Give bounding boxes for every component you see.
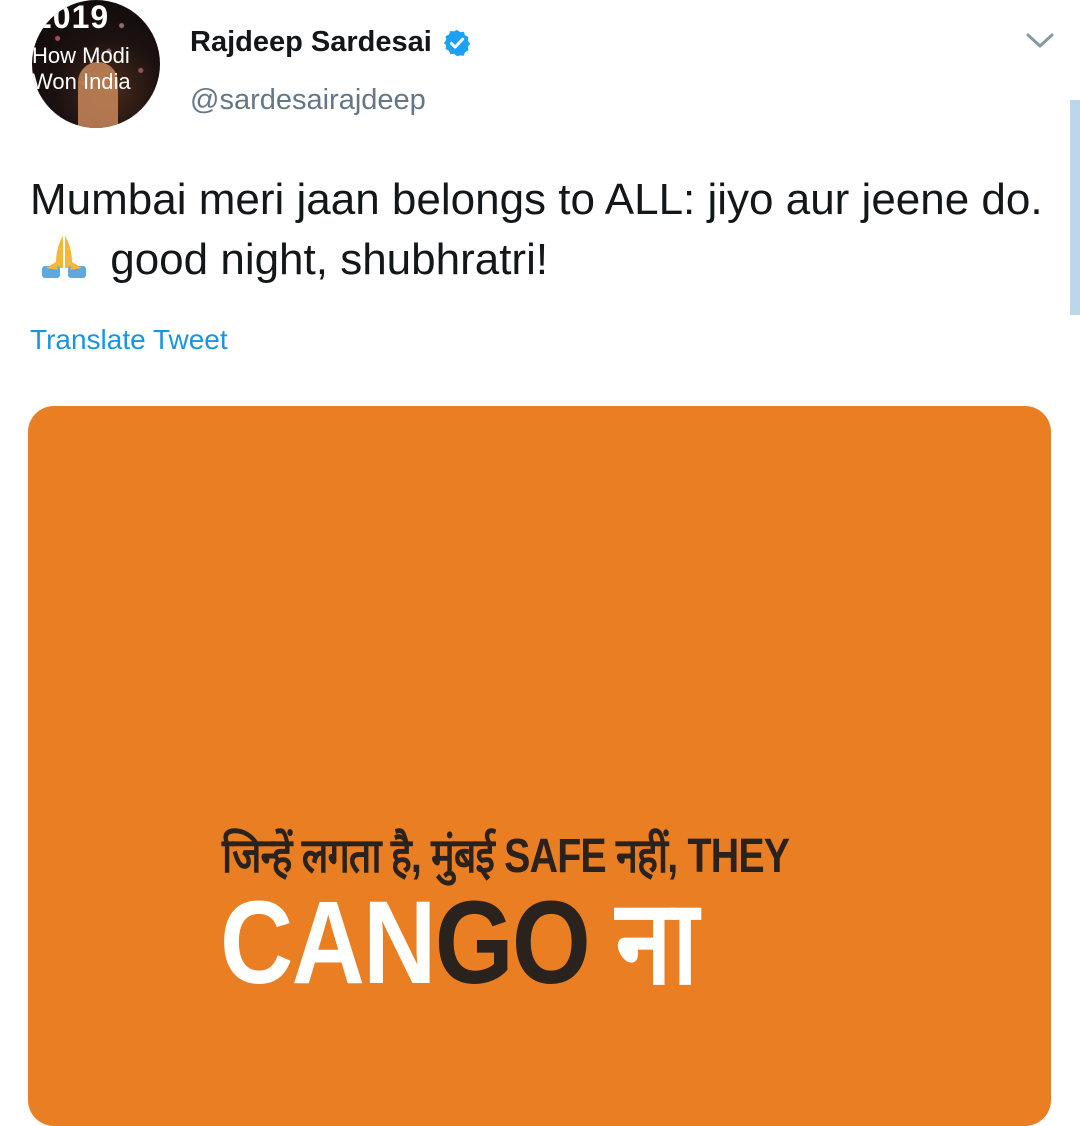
avatar-line2-text: Won India — [32, 69, 131, 94]
display-name[interactable]: Rajdeep Sardesai — [190, 26, 472, 59]
user-handle[interactable]: @sardesairajdeep — [190, 84, 426, 117]
translate-tweet-link[interactable]: Translate Tweet — [30, 324, 228, 356]
media-caption-go: GO — [434, 877, 591, 1009]
media-caption-line2: CANGO ना — [220, 877, 699, 1009]
media-caption-na: ना — [615, 877, 699, 1009]
tweet-text-part1: Mumbai meri jaan belongs to ALL: jiyo au… — [30, 175, 1043, 224]
tweet-text-part2: good night, shubhratri! — [110, 235, 549, 284]
media-caption-can: CAN — [220, 877, 436, 1009]
display-name-text[interactable]: Rajdeep Sardesai — [190, 26, 432, 59]
profile-avatar[interactable]: 2019 How Modi Won India — [32, 0, 160, 128]
folded-hands-emoji — [42, 236, 86, 278]
avatar-year-text: 2019 — [34, 0, 110, 35]
chevron-down-icon[interactable] — [1024, 28, 1056, 52]
tweet-media-image[interactable]: जिन्हें लगता है, मुंबई SAFE नहीं, THEY C… — [28, 406, 1051, 1126]
scrollbar[interactable] — [1070, 100, 1080, 315]
avatar-line1-text: How Modi — [32, 43, 130, 68]
verified-badge-icon — [443, 29, 470, 56]
tweet-text: Mumbai meri jaan belongs to ALL: jiyo au… — [30, 170, 1065, 290]
